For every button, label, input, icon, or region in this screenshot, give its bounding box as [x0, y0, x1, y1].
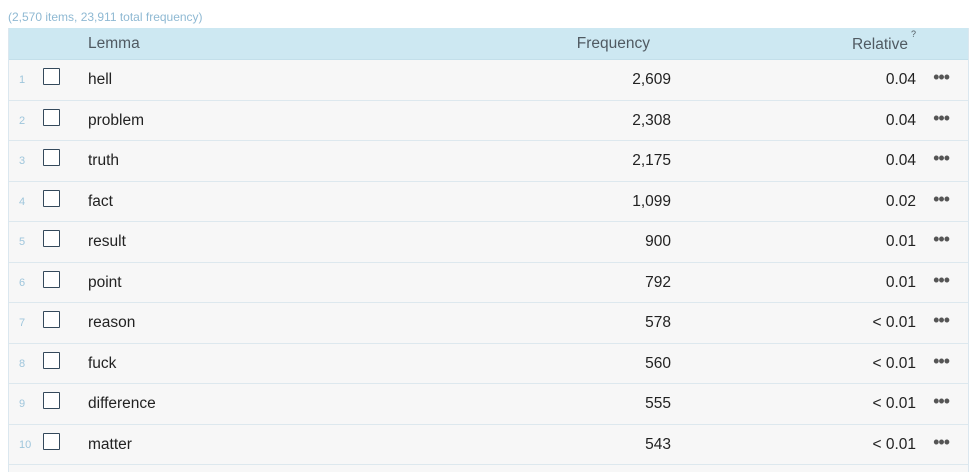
row-checkbox[interactable]: [43, 392, 60, 409]
frequency-value: 2,308: [632, 111, 671, 129]
row-number: 7: [19, 317, 26, 329]
frequency-value: 792: [645, 273, 671, 291]
ellipsis-icon[interactable]: •••: [933, 189, 950, 210]
lemma-link[interactable]: truth: [88, 152, 119, 170]
frequency-value: 1,099: [632, 192, 671, 210]
lemma-link[interactable]: problem: [88, 112, 144, 130]
table-row: 5 result 900 0.01 •••: [9, 222, 968, 263]
relative-value: < 0.01: [872, 354, 916, 372]
table-row: 2 problem 2,308 0.04 •••: [9, 100, 968, 141]
row-number: 6: [19, 276, 26, 289]
row-checkbox[interactable]: [43, 311, 60, 328]
result-summary: (2,570 items, 23,911 total frequency): [8, 10, 203, 24]
frequency-list-view: (2,570 items, 23,911 total frequency) Le…: [0, 0, 977, 472]
relative-value: 0.01: [885, 273, 916, 291]
row-checkbox[interactable]: [43, 68, 60, 85]
frequency-value: 555: [645, 395, 671, 412]
relative-value: 0.04: [885, 111, 916, 129]
lemma-link[interactable]: result: [88, 233, 126, 251]
lemma-link[interactable]: fact: [88, 193, 113, 211]
lemma-link[interactable]: fuck: [88, 355, 116, 373]
row-number: 4: [19, 195, 26, 208]
table-row-partial: [9, 465, 968, 472]
relative-value: 0.01: [885, 233, 916, 250]
row-number: 5: [19, 236, 26, 248]
row-checkbox[interactable]: [43, 230, 60, 247]
row-number: 3: [19, 155, 26, 167]
frequency-value: 543: [645, 435, 671, 453]
frequency-table: Lemma Frequency Relative? 1 hell 2,609 0…: [8, 28, 969, 472]
relative-value: < 0.01: [872, 435, 916, 453]
row-checkbox[interactable]: [43, 108, 60, 126]
ellipsis-icon[interactable]: •••: [933, 108, 950, 129]
ellipsis-icon[interactable]: •••: [933, 148, 950, 169]
relative-value: 0.04: [885, 152, 916, 169]
relative-value: 0.04: [885, 71, 916, 88]
row-number: 8: [19, 357, 26, 370]
lemma-link[interactable]: hell: [88, 71, 112, 89]
lemma-link[interactable]: reason: [88, 314, 135, 332]
row-checkbox[interactable]: [43, 432, 60, 450]
relative-help-icon[interactable]: ?: [911, 29, 916, 39]
table-row: 3 truth 2,175 0.04 •••: [9, 141, 968, 182]
ellipsis-icon[interactable]: •••: [933, 391, 950, 412]
relative-value: 0.02: [885, 192, 916, 210]
column-header-relative-label: Relative: [851, 36, 908, 54]
lemma-link[interactable]: matter: [88, 436, 132, 454]
relative-value: < 0.01: [872, 314, 916, 331]
relative-value: < 0.01: [872, 395, 916, 412]
ellipsis-icon[interactable]: •••: [933, 432, 950, 453]
ellipsis-icon[interactable]: •••: [933, 270, 950, 291]
lemma-link[interactable]: point: [88, 274, 122, 292]
table-row: 4 fact 1,099 0.02 •••: [9, 181, 968, 222]
frequency-value: 2,175: [632, 152, 671, 169]
row-checkbox[interactable]: [43, 149, 60, 166]
table-row: 1 hell 2,609 0.04 •••: [9, 60, 968, 101]
row-number: 10: [19, 438, 32, 451]
table-header: Lemma Frequency Relative?: [9, 28, 968, 60]
row-number: 1: [19, 74, 26, 86]
ellipsis-icon[interactable]: •••: [933, 229, 950, 250]
row-checkbox[interactable]: [43, 351, 60, 369]
table-row: 6 point 792 0.01 •••: [9, 262, 968, 303]
column-header-lemma[interactable]: Lemma: [88, 35, 140, 53]
column-header-frequency[interactable]: Frequency: [577, 35, 650, 53]
frequency-value: 578: [645, 314, 671, 331]
frequency-value: 560: [645, 354, 671, 372]
frequency-value: 900: [645, 233, 671, 250]
lemma-link[interactable]: difference: [88, 395, 156, 413]
table-row: 9 difference 555 < 0.01 •••: [9, 384, 968, 425]
table-row: 10 matter 543 < 0.01 •••: [9, 424, 968, 465]
row-number: 2: [19, 114, 26, 127]
row-checkbox[interactable]: [43, 189, 60, 207]
row-number: 9: [19, 398, 26, 410]
ellipsis-icon[interactable]: •••: [933, 310, 950, 331]
column-header-relative[interactable]: Relative?: [851, 29, 916, 54]
table-body: 1 hell 2,609 0.04 ••• 2 problem 2,308 0.…: [9, 60, 968, 465]
table-row: 8 fuck 560 < 0.01 •••: [9, 343, 968, 384]
table-row: 7 reason 578 < 0.01 •••: [9, 303, 968, 344]
row-checkbox[interactable]: [43, 270, 60, 288]
ellipsis-icon[interactable]: •••: [933, 67, 950, 88]
frequency-value: 2,609: [632, 71, 671, 88]
ellipsis-icon[interactable]: •••: [933, 351, 950, 372]
